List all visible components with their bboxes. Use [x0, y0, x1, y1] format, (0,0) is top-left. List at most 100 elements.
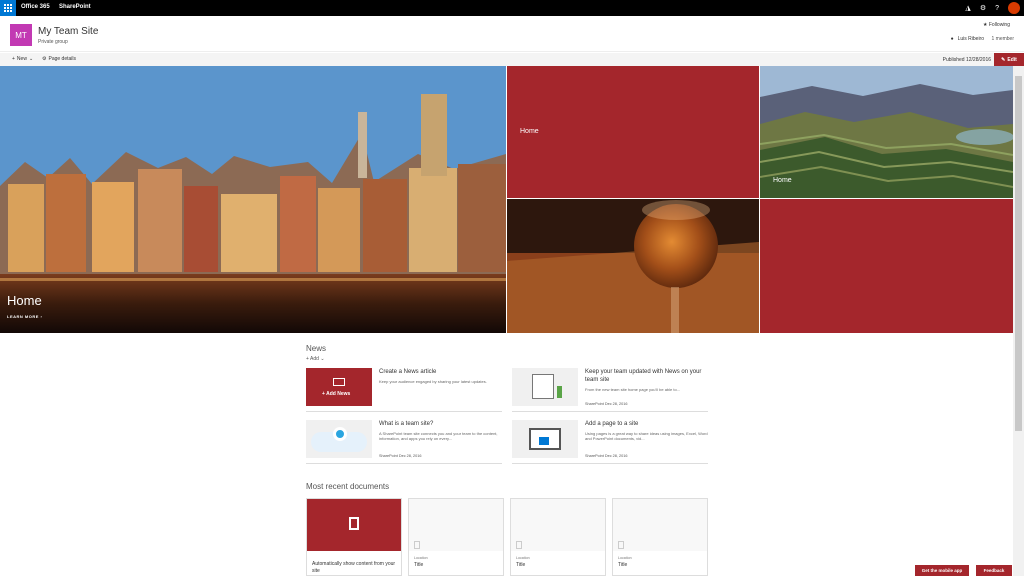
member-count[interactable]: 1 member: [991, 36, 1014, 42]
document-preview: [613, 499, 707, 551]
document-location: Location: [618, 556, 632, 560]
hero-web-part: Home LEARN MORE › Home Home: [0, 66, 1013, 333]
person-icon: ●: [950, 36, 954, 42]
news-card-team-site[interactable]: What is a team site? A SharePoint team s…: [306, 420, 502, 464]
file-icon: [414, 541, 420, 549]
document-location: Location: [414, 556, 428, 560]
document-card[interactable]: Location Title: [612, 498, 708, 576]
gear-icon[interactable]: ⚙: [980, 4, 986, 12]
document-card[interactable]: Location Title: [408, 498, 504, 576]
chevron-right-icon: ›: [40, 314, 43, 319]
page-details-button[interactable]: ⚙ Page details: [42, 56, 76, 62]
hero-tile-bottom-red[interactable]: [760, 199, 1013, 333]
learn-more-link[interactable]: LEARN MORE ›: [7, 314, 42, 319]
vertical-scrollbar[interactable]: [1013, 66, 1024, 576]
document-card-auto[interactable]: Automatically show content from your sit…: [306, 498, 402, 576]
published-status: Published 12/28/2016: [942, 57, 991, 63]
following-button[interactable]: ★ Following: [983, 22, 1010, 28]
document-title[interactable]: Title: [516, 562, 525, 568]
command-bar: + New ⌄ ⚙ Page details Published 12/28/2…: [0, 53, 1024, 66]
hero-tile-landscape[interactable]: Home: [760, 66, 1013, 198]
news-card-team-site-text: What is a team site? A SharePoint team s…: [379, 420, 503, 442]
vineyard-image: [760, 66, 1013, 198]
file-icon: [516, 541, 522, 549]
get-mobile-app-button[interactable]: Get the mobile app: [915, 565, 969, 576]
news-card-meta: SharePoint Dec 28, 2016: [585, 454, 628, 458]
new-button[interactable]: + New ⌄: [12, 56, 33, 62]
suite-bar: Office 365 SharePoint ◮ ⚙ ?: [0, 0, 1024, 16]
scrollbar-thumb[interactable]: [1015, 76, 1022, 431]
document-preview: [511, 499, 605, 551]
chevron-down-icon: ⌄: [28, 56, 34, 62]
file-icon: [618, 541, 624, 549]
city-river-image: [0, 66, 506, 333]
pencil-icon: ✎: [1001, 56, 1006, 63]
news-card-description: Using pages is a great way to share idea…: [585, 431, 708, 442]
tablet-icon: [532, 374, 554, 399]
page-details-label: Page details: [48, 56, 77, 62]
help-icon[interactable]: ?: [995, 5, 999, 12]
location-pin-icon: [333, 427, 347, 441]
chevron-down-icon: ⌄: [320, 356, 325, 362]
news-card-updated-text: Keep your team updated with News on your…: [585, 368, 709, 393]
news-card-meta: SharePoint Dec 28, 2016: [379, 454, 422, 458]
news-card-meta: SharePoint Dec 28, 2016: [585, 402, 628, 406]
document-preview: [409, 499, 503, 551]
learn-more-label: LEARN MORE: [7, 314, 39, 319]
site-title[interactable]: My Team Site: [38, 26, 98, 37]
news-add-button[interactable]: + Add ⌄: [306, 356, 325, 362]
news-card-create-text: Create a News article Keep your audience…: [379, 368, 503, 384]
sharepoint-link[interactable]: SharePoint: [59, 4, 91, 10]
news-section-title: News: [306, 344, 327, 353]
plus-icon: +: [12, 56, 15, 62]
site-subtitle: Private group: [38, 39, 68, 45]
add-news-label: + Add News: [322, 391, 351, 397]
gear-icon: ⚙: [42, 56, 47, 62]
site-header: MT My Team Site Private group ★ Followin…: [0, 16, 1024, 52]
document-icon: [349, 517, 359, 530]
document-card[interactable]: Location Title: [510, 498, 606, 576]
news-card-updated[interactable]: Keep your team updated with News on your…: [512, 368, 708, 412]
hero-main-title: Home: [7, 293, 42, 308]
document-auto-text: Automatically show content from your sit…: [312, 561, 396, 574]
news-thumbnail: [306, 420, 372, 458]
site-owner[interactable]: ● Luis Ribeiro: [951, 36, 984, 42]
news-card-title[interactable]: Keep your team updated with News on your…: [585, 368, 709, 384]
edit-button[interactable]: ✎ Edit: [994, 53, 1024, 66]
news-card-description: From the new team site home page you'll …: [585, 387, 681, 393]
document-title[interactable]: Title: [618, 562, 627, 568]
news-card-add-page[interactable]: Add a page to a site Using pages is a gr…: [512, 420, 708, 464]
document-preview: [307, 499, 401, 551]
following-label: Following: [988, 22, 1010, 28]
news-thumbnail: [512, 420, 578, 458]
document-location: Location: [516, 556, 530, 560]
hero-tile-drink[interactable]: [507, 199, 759, 333]
hero-tile-top-red[interactable]: Home: [507, 66, 759, 198]
site-owner-name: Luis Ribeiro: [957, 36, 984, 42]
hero-tile-landscape-title: Home: [773, 177, 792, 184]
news-card-title[interactable]: What is a team site?: [379, 420, 503, 428]
news-icon: [333, 378, 345, 386]
plus-icon: +: [306, 356, 309, 362]
bell-icon[interactable]: ◮: [965, 4, 970, 12]
add-news-button[interactable]: + Add News: [306, 368, 372, 406]
news-card-add-page-text: Add a page to a site Using pages is a gr…: [585, 420, 709, 442]
news-card-title[interactable]: Add a page to a site: [585, 420, 709, 428]
recent-documents-title: Most recent documents: [306, 482, 390, 491]
news-card-create[interactable]: + Add News Create a News article Keep yo…: [306, 368, 502, 412]
avatar[interactable]: [1008, 2, 1020, 14]
plant-icon: [557, 386, 562, 398]
office365-link[interactable]: Office 365: [21, 4, 50, 10]
document-title[interactable]: Title: [414, 562, 423, 568]
news-add-label: Add: [310, 356, 319, 362]
news-card-title[interactable]: Create a News article: [379, 368, 503, 376]
site-logo[interactable]: MT: [10, 24, 32, 46]
glass-image: [507, 199, 759, 333]
news-thumbnail: [512, 368, 578, 406]
news-card-description: A SharePoint team site connects you and …: [379, 431, 498, 442]
app-launcher-icon[interactable]: [0, 0, 16, 16]
news-card-description: Keep your audience engaged by sharing yo…: [379, 379, 487, 385]
hero-main-tile[interactable]: Home LEARN MORE ›: [0, 66, 506, 333]
feedback-button[interactable]: Feedback: [976, 565, 1012, 576]
suite-icons: ◮ ⚙ ?: [965, 2, 1020, 14]
